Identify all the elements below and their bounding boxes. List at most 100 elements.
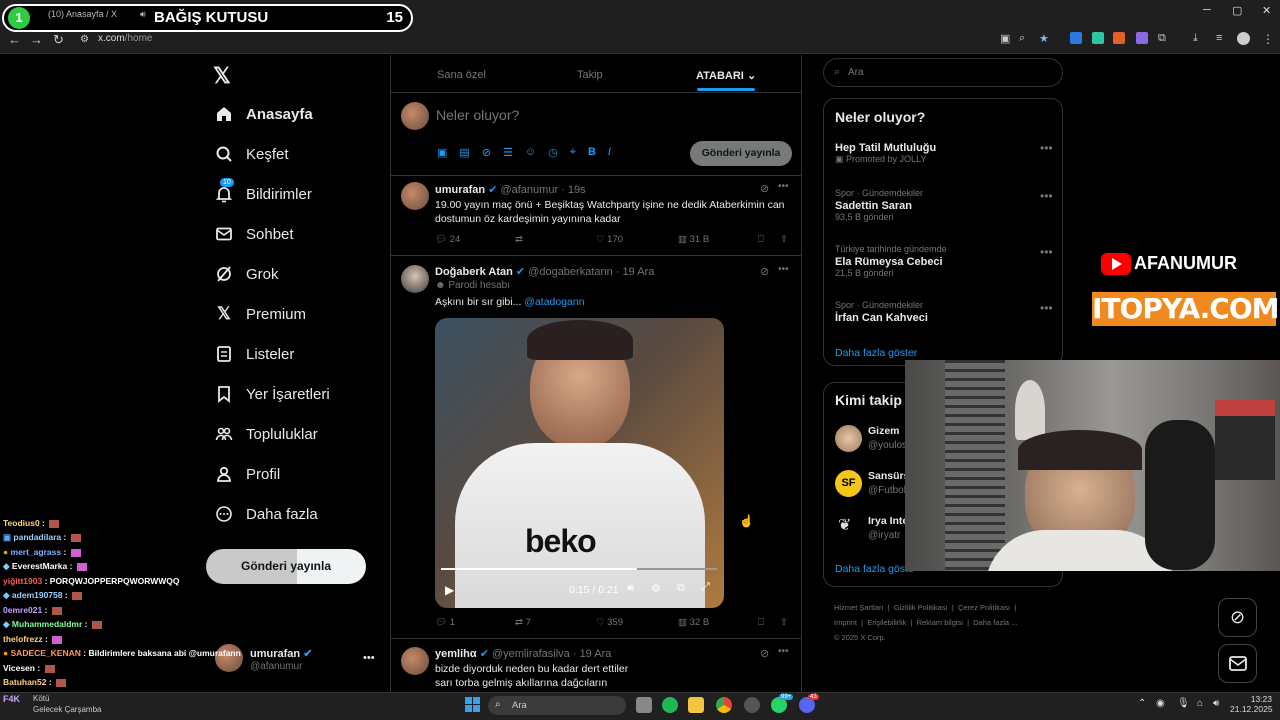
- footer-link[interactable]: Gizlilik Politikası: [894, 603, 948, 612]
- poll-icon[interactable]: ☰: [503, 146, 513, 159]
- avatar[interactable]: [401, 265, 429, 293]
- x-logo-icon[interactable]: 𝕏: [213, 63, 231, 89]
- footer-link[interactable]: Reklam bilgisi: [917, 618, 963, 627]
- settings-icon[interactable]: ⚙: [651, 582, 661, 595]
- grok-icon[interactable]: ⊘: [482, 146, 491, 159]
- follow-name[interactable]: Irya Inte: [868, 515, 908, 527]
- chrome-icon[interactable]: [716, 697, 732, 713]
- compose-post-button[interactable]: Gönderi yayınla: [690, 141, 792, 166]
- star-icon[interactable]: ★: [1039, 32, 1049, 45]
- pip-icon[interactable]: ⧉: [677, 582, 685, 595]
- tab-following[interactable]: Takip: [577, 69, 603, 81]
- back-icon[interactable]: ←: [8, 32, 21, 47]
- tweet-author[interactable]: umurafan: [435, 184, 485, 196]
- tweet-author[interactable]: yemlihα: [435, 648, 477, 660]
- footer-link[interactable]: Erişilebilirlik: [867, 618, 906, 627]
- compose-input[interactable]: Neler oluyor?: [436, 107, 519, 123]
- reply-button[interactable]: 💬︎ 24: [435, 234, 460, 245]
- bold-icon[interactable]: B: [588, 146, 596, 159]
- tweet-more-icon[interactable]: •••: [778, 181, 789, 192]
- trend-more-icon[interactable]: •••: [1040, 245, 1053, 259]
- views-button[interactable]: ▥ 31 B: [678, 234, 709, 245]
- like-button[interactable]: ♡ 170: [596, 234, 623, 245]
- account-menu-icon[interactable]: •••: [363, 652, 375, 664]
- image-icon[interactable]: ▣: [437, 146, 447, 159]
- windows-start-icon[interactable]: [465, 697, 480, 712]
- puzzle-icon[interactable]: ⧉: [1158, 32, 1166, 45]
- taskbar-search[interactable]: ⌕ Ara: [488, 696, 626, 715]
- grok-icon[interactable]: ⊘: [760, 265, 769, 278]
- extension-icon[interactable]: [1070, 32, 1082, 44]
- avatar[interactable]: [401, 647, 429, 675]
- url-text[interactable]: x.com/home: [98, 33, 152, 44]
- grok-icon[interactable]: ⊘: [760, 182, 769, 195]
- footer-link[interactable]: Çerez Politikası: [958, 603, 1010, 612]
- follow-name[interactable]: Gizem: [868, 425, 900, 437]
- bookmark-icon[interactable]: ⎕: [758, 617, 764, 628]
- spotify-icon[interactable]: [662, 697, 678, 713]
- extension-icon[interactable]: [1113, 32, 1125, 44]
- share-icon[interactable]: ⇧: [780, 234, 788, 245]
- sidebar-item-communities[interactable]: Topluluklar: [214, 420, 318, 448]
- grok-icon[interactable]: ⊘: [760, 647, 769, 660]
- tweet-author[interactable]: Doğaberk Atan: [435, 266, 513, 278]
- kebab-menu-icon[interactable]: ⋮: [1262, 32, 1274, 46]
- tray-app-icon[interactable]: ◉: [1156, 698, 1165, 709]
- forward-icon[interactable]: →: [30, 32, 43, 47]
- extension-icon[interactable]: [1092, 32, 1104, 44]
- file-explorer-icon[interactable]: [688, 697, 704, 713]
- sidebar-item-home[interactable]: Anasayfa: [214, 100, 313, 128]
- microphone-icon[interactable]: 🎙︎: [1177, 698, 1190, 709]
- weather-sub[interactable]: Gelecek Çarşamba: [33, 705, 101, 714]
- sidebar-item-chat[interactable]: Sohbet: [214, 220, 294, 248]
- trend-more-icon[interactable]: •••: [1040, 141, 1053, 155]
- location-icon[interactable]: ⌖: [570, 146, 576, 159]
- footer-link[interactable]: Daha fazla ...: [973, 618, 1017, 627]
- media-icon[interactable]: ≡: [1216, 32, 1222, 44]
- show-more-link[interactable]: Daha fazla göster: [835, 347, 917, 359]
- zoom-icon[interactable]: ⌕: [1019, 32, 1025, 45]
- sidebar-item-explore[interactable]: Keşfet: [214, 140, 289, 168]
- share-icon[interactable]: ⇧: [780, 617, 788, 628]
- search-box[interactable]: ⌕ Ara: [823, 58, 1063, 87]
- tweet-more-icon[interactable]: •••: [778, 264, 789, 275]
- footer-link[interactable]: Imprint: [834, 618, 857, 627]
- trend-item[interactable]: Hep Tatil Mutluluğu ▣ Promoted by JOLLY: [835, 142, 1050, 165]
- extension-icon[interactable]: [1136, 32, 1148, 44]
- task-view-icon[interactable]: [636, 697, 652, 713]
- tweet-handle[interactable]: @afanumur: [500, 184, 558, 196]
- trend-item[interactable]: Spor · Gündemdekiler İrfan Can Kahveci: [835, 300, 1050, 324]
- retweet-button[interactable]: ⇄ 7: [515, 617, 531, 628]
- follow-name[interactable]: Sansürs: [868, 470, 909, 482]
- tray-chevron-icon[interactable]: ⌃: [1138, 698, 1146, 709]
- irya-logo-icon[interactable]: ❦: [838, 515, 851, 535]
- trend-item[interactable]: Spor · Gündemdekiler Sadettin Saran 93,5 B…: [835, 188, 1050, 222]
- sidebar-item-notifications[interactable]: 10 Bildirimler: [214, 178, 312, 208]
- reload-icon[interactable]: ↻: [53, 32, 64, 48]
- trend-item[interactable]: Türkiye tarihinde gündemde Ela Rümeysa Ce…: [835, 244, 1050, 278]
- views-button[interactable]: ▥ 32 B: [678, 617, 709, 628]
- minimize-icon[interactable]: ─: [1203, 4, 1211, 16]
- tab-title[interactable]: (10) Anasayfa / X: [48, 9, 117, 19]
- tweet-more-icon[interactable]: •••: [778, 646, 789, 657]
- tab-for-you[interactable]: Sana özel: [437, 69, 486, 81]
- profile-avatar[interactable]: [1237, 32, 1250, 45]
- obs-icon[interactable]: [744, 697, 760, 713]
- sidebar-item-profile[interactable]: Profil: [214, 460, 280, 488]
- tweet-time[interactable]: 19 Ara: [580, 648, 612, 660]
- fullscreen-icon[interactable]: ⤢: [701, 581, 710, 594]
- tweet-handle[interactable]: @yemlirafasilva: [492, 648, 570, 660]
- sf-logo-icon[interactable]: SF: [835, 470, 862, 497]
- footer-link[interactable]: Hizmet Şartları: [834, 603, 884, 612]
- video-progress-track[interactable]: [441, 568, 717, 570]
- maximize-icon[interactable]: ▢: [1232, 4, 1242, 17]
- grok-icon[interactable]: ⊘: [1218, 598, 1257, 637]
- trend-more-icon[interactable]: •••: [1040, 189, 1053, 203]
- install-icon[interactable]: ▣: [1000, 32, 1010, 45]
- sidebar-item-more[interactable]: Daha fazla: [214, 500, 318, 528]
- avatar[interactable]: [835, 425, 862, 452]
- sidebar-item-bookmarks[interactable]: Yer İşaretleri: [214, 380, 330, 408]
- bookmark-icon[interactable]: ⎕: [758, 234, 764, 245]
- tweet-handle[interactable]: @dogaberkatann: [528, 266, 613, 278]
- tweet-video[interactable]: beko ▶ 0:15 / 0:21 🔊︎ ⚙ ⧉ ⤢: [435, 318, 724, 608]
